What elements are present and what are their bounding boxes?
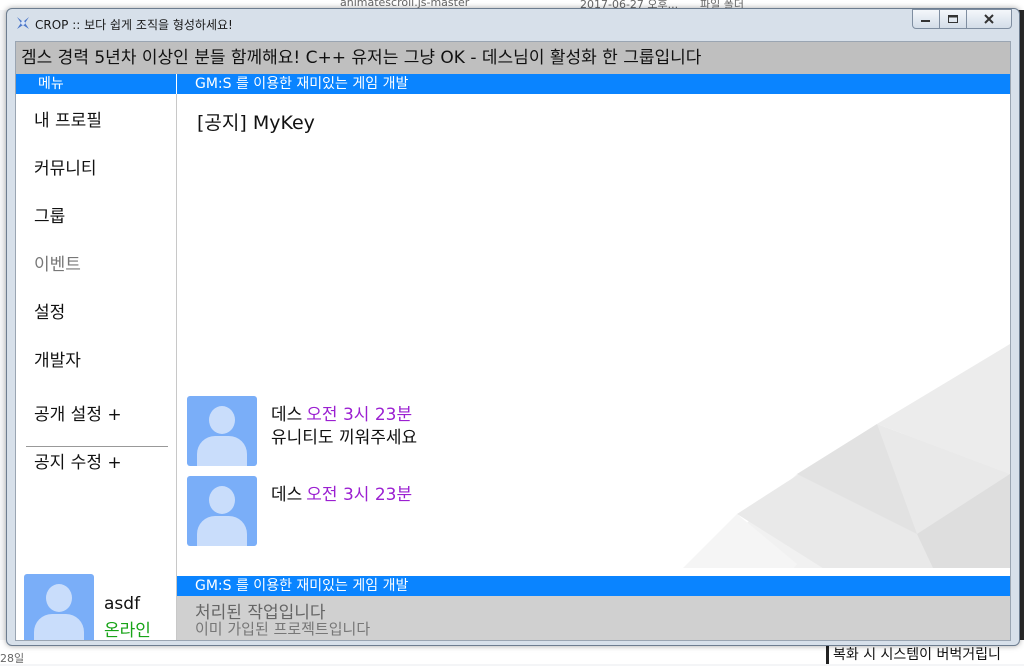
user-avatar[interactable] — [24, 574, 94, 640]
avatar-head-shape — [209, 406, 235, 434]
avatar-head-shape — [209, 486, 235, 514]
user-status: 온라인 — [104, 621, 151, 641]
message-time: 오전 3시 23분 — [306, 405, 413, 425]
message-avatar[interactable] — [187, 396, 257, 466]
maximize-button[interactable] — [939, 9, 967, 29]
message-time: 오전 3시 23분 — [306, 485, 413, 505]
avatar-body-shape — [197, 516, 247, 546]
sidebar-item-developer[interactable]: 개발자 — [34, 346, 81, 371]
sidebar-item-visibility-settings[interactable]: 공개 설정 + — [34, 400, 122, 425]
avatar-body-shape — [34, 614, 84, 640]
avatar-body-shape — [197, 436, 247, 466]
sidebar-item-profile[interactable]: 내 프로필 — [34, 106, 102, 131]
app-window: CROP :: 보다 쉽게 조직을 형성하세요! 겜스 경력 5년차 이상인 분… — [6, 8, 1020, 646]
message-header: 데스 오전 3시 23분 — [271, 400, 412, 425]
sidebar-item-community[interactable]: 커뮤니티 — [34, 154, 97, 179]
status-submessage: 이미 가입된 프로젝트입니다 — [195, 620, 371, 638]
app-content: 겜스 경력 5년차 이상인 분들 함께해요! C++ 유저는 그냥 OK - 데… — [15, 41, 1011, 641]
channel-header: GM:S 를 이용한 재미있는 게임 개발 — [177, 74, 1010, 94]
background-notification-text: 복화 시 시스템이 버벅거립니 — [833, 647, 1001, 663]
sidebar-divider — [26, 446, 168, 447]
message-header: 데스 오전 3시 23분 — [271, 480, 412, 505]
message-text: 유니티도 끼워주세요 — [271, 428, 418, 448]
chat-message: 데스 오전 3시 23분 유니티도 끼워주세요 — [187, 396, 987, 466]
user-name: asdf — [104, 594, 141, 614]
window-title: CROP :: 보다 쉽게 조직을 형성하세요! — [35, 18, 233, 32]
sidebar-item-edit-notice[interactable]: 공지 수정 + — [34, 448, 122, 473]
close-button[interactable] — [966, 9, 1012, 29]
sidebar-item-event[interactable]: 이벤트 — [34, 250, 81, 275]
avatar-head-shape — [46, 584, 72, 612]
message-author: 데스 — [271, 405, 303, 425]
message-input-area[interactable]: 처리된 작업입니다 이미 가입된 프로젝트입니다 — [177, 596, 1010, 640]
window-controls — [912, 9, 1012, 29]
menu-header: 메뉴 — [16, 74, 176, 94]
footer-channel-bar: GM:S 를 이용한 재미있는 게임 개발 — [177, 576, 1010, 596]
sidebar: 내 프로필 커뮤니티 그룹 이벤트 설정 개발자 공개 설정 + 공지 수정 +… — [16, 94, 177, 640]
title-bar[interactable]: CROP :: 보다 쉽게 조직을 형성하세요! — [7, 9, 1019, 37]
message-avatar[interactable] — [187, 476, 257, 546]
minimize-icon — [921, 20, 930, 22]
sidebar-item-settings[interactable]: 설정 — [34, 298, 65, 323]
minimize-button[interactable] — [912, 9, 940, 29]
user-panel[interactable]: asdf 온라인 — [16, 560, 176, 640]
chat-message: 데스 오전 3시 23분 — [187, 476, 987, 546]
notice-text: [공지] MyKey — [197, 112, 315, 134]
group-title: 겜스 경력 5년차 이상인 분들 함께해요! C++ 유저는 그냥 OK - 데… — [16, 42, 1010, 74]
chat-area: [공지] MyKey 데스 오전 3시 23분 유니티도 끼워주세요 데스 오전 3… — [177, 94, 1010, 568]
close-icon — [984, 14, 994, 24]
message-author: 데스 — [271, 485, 303, 505]
maximize-icon — [948, 15, 958, 23]
sidebar-item-group[interactable]: 그룹 — [34, 202, 65, 227]
app-logo-icon — [17, 17, 29, 29]
